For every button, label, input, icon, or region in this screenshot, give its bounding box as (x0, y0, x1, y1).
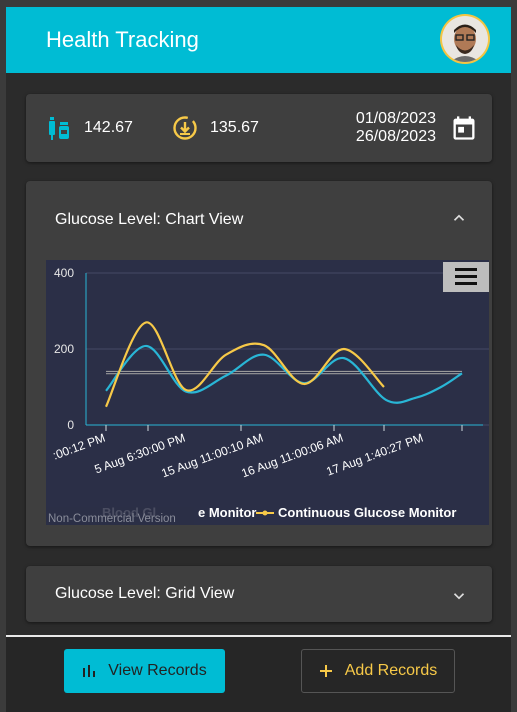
legend-label-cgm: Continuous Glucose Monitor (278, 505, 456, 520)
chart-menu-button[interactable] (443, 262, 489, 292)
glucose-chart: 400 200 0:00:12 PM 5 Aug 6:30:00 PM 15 Aug 1… (46, 260, 489, 525)
grid-panel-header[interactable]: Glucose Level: Grid View (26, 566, 492, 622)
chart-panel-header[interactable]: Glucose Level: Chart View (26, 181, 492, 257)
blood-glucose-value: 142.67 (84, 119, 133, 136)
plus-icon (319, 664, 333, 678)
y-tick-label: 0 (67, 418, 74, 432)
app-header: Health Tracking (6, 7, 511, 73)
avatar[interactable] (440, 14, 490, 64)
chart-plot: 4002000:00:12 PM5 Aug 6:30:00 PM15 Aug 1… (46, 266, 489, 525)
y-tick-label: 200 (54, 342, 74, 356)
hamburger-line (455, 268, 477, 271)
grid-panel-title: Glucose Level: Grid View (55, 585, 235, 602)
download-circle-icon (172, 115, 198, 141)
series-line-cgm (105, 321, 385, 408)
watermark: Non-Commercial Version (48, 513, 176, 525)
chart-view-panel: Glucose Level: Chart View 400 200 0:00:12 … (26, 181, 492, 546)
blood-glucose-summary: 142.67 (46, 94, 133, 162)
summary-card: 142.67 135.67 01/08/2023 26/08/2023 (26, 94, 492, 162)
avatar-image (442, 16, 488, 62)
calendar-icon (453, 116, 475, 140)
legend-label-bgm-tail: e Monitor (198, 505, 257, 520)
add-records-button[interactable]: Add Records (301, 649, 455, 693)
app-window: Health Tracking 142.67 135.67 01/08/2023… (6, 7, 511, 712)
view-records-label: View Records (108, 662, 207, 679)
app-title: Health Tracking (46, 27, 199, 52)
add-records-label: Add Records (344, 662, 438, 679)
footer-bar: View Records Add Records (6, 635, 511, 712)
hamburger-line (455, 282, 477, 285)
legend-dot-cgm (262, 510, 268, 516)
series-line-blood-glucose (105, 344, 463, 404)
view-records-button[interactable]: View Records (64, 649, 225, 693)
chart-panel-title: Glucose Level: Chart View (55, 211, 244, 228)
date-range: 01/08/2023 26/08/2023 (326, 110, 436, 146)
grid-view-panel: Glucose Level: Grid View (26, 566, 492, 622)
y-tick-label: 400 (54, 266, 74, 280)
chevron-up-icon (453, 214, 465, 221)
syringe-vial-icon (46, 115, 72, 141)
calendar-button[interactable] (450, 114, 478, 142)
bar-chart-icon (82, 664, 96, 678)
date-from: 01/08/2023 (355, 110, 436, 127)
chevron-down-icon (453, 593, 465, 600)
cgm-summary: 135.67 (172, 94, 259, 162)
date-to: 26/08/2023 (355, 128, 436, 145)
hamburger-line (455, 275, 477, 278)
x-tick-label: :00:12 PM (51, 431, 107, 463)
cgm-value: 135.67 (210, 119, 259, 136)
